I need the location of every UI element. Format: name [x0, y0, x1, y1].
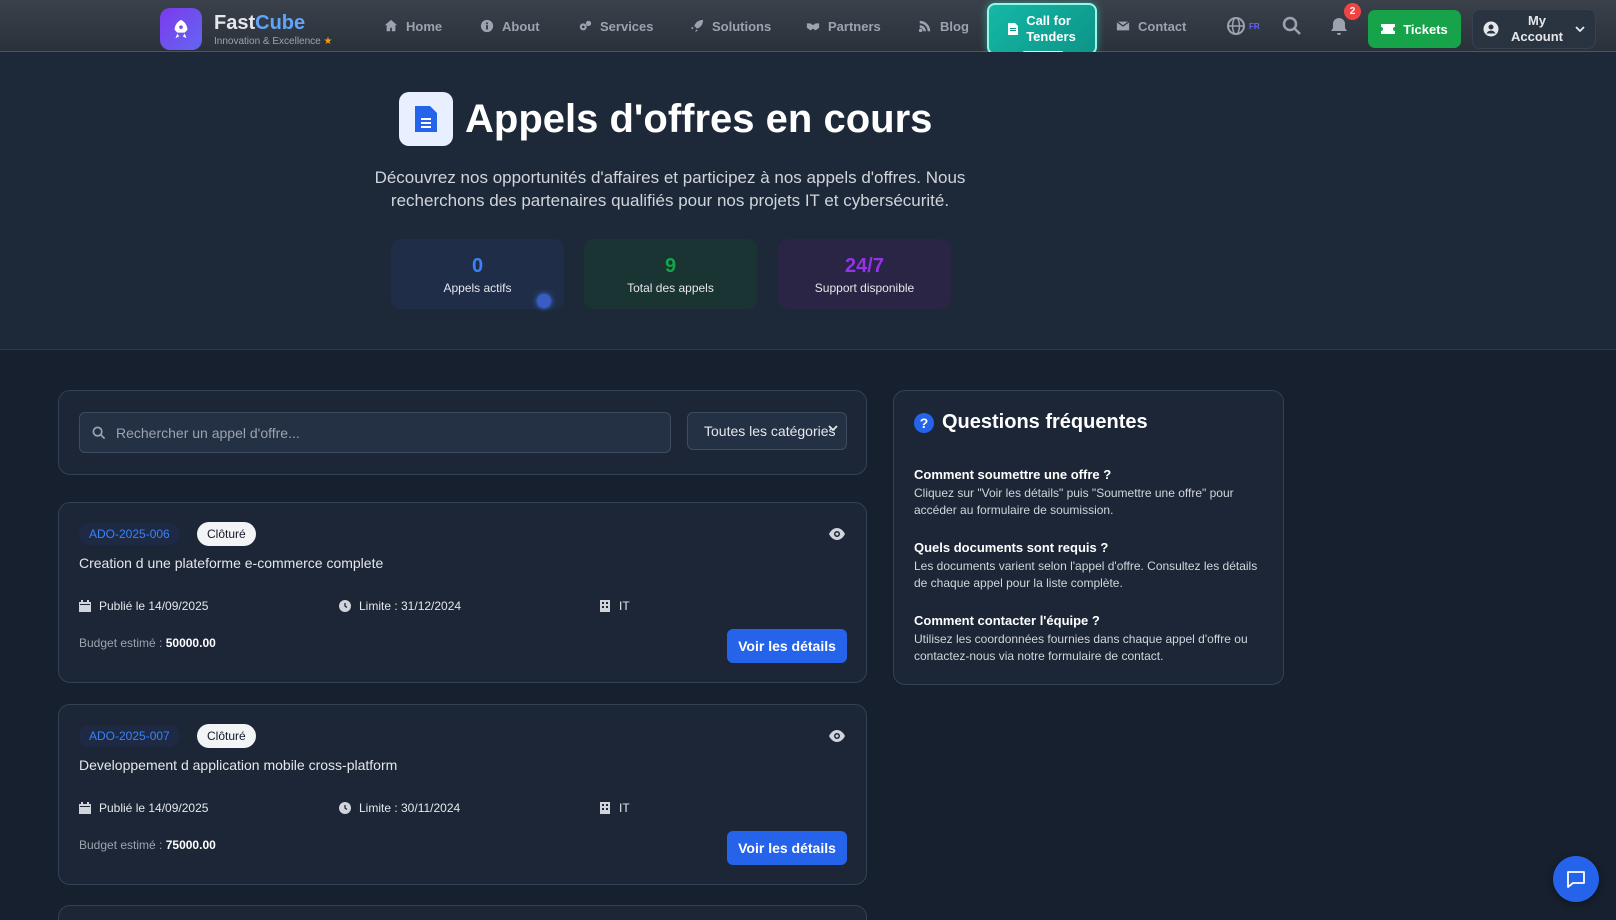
document-icon — [1008, 23, 1019, 35]
eye-icon — [829, 730, 845, 742]
chat-button[interactable] — [1553, 856, 1599, 902]
chat-bubble-icon — [1567, 871, 1585, 888]
home-icon — [384, 19, 398, 32]
handshake-icon — [806, 23, 820, 31]
question-circle-icon: ? — [914, 412, 934, 433]
tender-category: IT — [599, 801, 630, 815]
tender-category: IT — [599, 599, 630, 613]
nav-about[interactable]: About — [480, 0, 540, 52]
my-account-dropdown[interactable]: My Account — [1472, 9, 1596, 49]
notification-badge: 2 — [1344, 3, 1361, 20]
blog-icon — [918, 20, 931, 33]
brand-name: FastCube — [214, 11, 306, 34]
tender-card: ADO-2025-006 Clôturé Creation d une plat… — [58, 502, 867, 683]
status-badge: Clôturé — [197, 724, 256, 748]
faq-title: ? Questions fréquentes — [914, 411, 1148, 434]
nav-home[interactable]: Home — [384, 0, 442, 52]
tender-reference[interactable]: ADO-2025-007 — [79, 725, 180, 747]
faq-answer: Les documents varient selon l'appel d'of… — [914, 559, 1258, 590]
hero-heading: Appels d'offres en cours — [465, 96, 933, 141]
faq-question: Comment contacter l'équipe ? — [914, 613, 1100, 628]
budget: Budget estimé : 75000.00 — [79, 838, 216, 852]
stat-total-tenders: 9 Total des appels — [584, 239, 757, 309]
view-button[interactable] — [828, 727, 846, 745]
published-date: Publié le 14/09/2025 — [79, 599, 208, 613]
search-field — [79, 412, 671, 453]
info-icon — [480, 19, 494, 33]
deadline-date: Limite : 31/12/2024 — [339, 599, 461, 613]
document-icon — [399, 92, 453, 146]
ticket-icon — [1381, 24, 1396, 34]
nav-partners[interactable]: Partners — [806, 0, 881, 52]
clock-icon — [339, 802, 351, 814]
rocket-logo-icon — [160, 8, 202, 50]
tender-reference[interactable]: ADO-2025-006 — [79, 523, 180, 545]
category-select[interactable]: Toutes les catégories — [687, 412, 847, 450]
nav-contact[interactable]: Contact — [1116, 0, 1186, 52]
status-badge: Clôturé — [197, 522, 256, 546]
svg-text:?: ? — [920, 415, 929, 431]
deadline-date: Limite : 30/11/2024 — [339, 801, 460, 815]
nav-services[interactable]: Services — [578, 0, 654, 52]
search-button[interactable] — [1282, 16, 1302, 36]
brand-tagline: Innovation & Excellence ★ — [214, 35, 333, 47]
gears-icon — [579, 20, 592, 31]
brand[interactable]: FastCube Innovation & Excellence ★ — [160, 8, 332, 50]
search-icon — [1282, 16, 1301, 35]
faq-question: Comment soumettre une offre ? — [914, 467, 1112, 482]
language-switcher[interactable] — [1226, 16, 1246, 36]
stat-support: 24/7 Support disponible — [778, 239, 951, 309]
building-icon — [600, 600, 610, 612]
search-icon — [92, 426, 106, 439]
bell-icon — [1331, 18, 1347, 35]
tender-card — [58, 905, 867, 920]
language-code: FR — [1249, 22, 1260, 31]
tender-title: Developpement d application mobile cross… — [79, 757, 398, 773]
tender-card: ADO-2025-007 Clôturé Developpement d app… — [58, 704, 867, 885]
page-title: Appels d'offres en cours — [399, 92, 932, 146]
filter-panel: Toutes les catégories — [58, 390, 867, 475]
rocket-icon — [690, 19, 704, 33]
eye-icon — [829, 528, 845, 540]
search-input[interactable] — [116, 424, 656, 441]
pulse-dot — [537, 294, 551, 308]
faq-panel: ? Questions fréquentes Comment soumettre… — [893, 390, 1284, 685]
nav-blog[interactable]: Blog — [918, 0, 969, 52]
faq-answer: Utilisez les coordonnées fournies dans c… — [914, 632, 1248, 663]
chevron-down-icon — [1575, 26, 1585, 32]
faq-question: Quels documents sont requis ? — [914, 540, 1109, 555]
clock-icon — [339, 600, 351, 612]
view-button[interactable] — [828, 525, 846, 543]
tickets-button[interactable]: Tickets — [1368, 10, 1461, 48]
hero-description: Découvrez nos opportunités d'affaires et… — [374, 168, 966, 210]
chevron-down-icon — [828, 425, 838, 431]
view-details-button[interactable]: Voir les détails — [727, 831, 847, 865]
view-details-button[interactable]: Voir les détails — [727, 629, 847, 663]
user-circle-icon — [1483, 21, 1499, 37]
tender-title: Creation d une plateforme e-commerce com… — [79, 555, 384, 571]
building-icon — [600, 802, 610, 814]
nav-solutions[interactable]: Solutions — [690, 0, 771, 52]
star-icon: ★ — [323, 35, 333, 47]
top-navbar: FastCube Innovation & Excellence ★ Home … — [0, 0, 1616, 55]
envelope-icon — [1116, 21, 1130, 31]
calendar-icon — [79, 802, 91, 814]
notifications-button[interactable] — [1329, 16, 1349, 36]
budget: Budget estimé : 50000.00 — [79, 636, 216, 650]
globe-icon — [1227, 17, 1245, 35]
published-date: Publié le 14/09/2025 — [79, 801, 208, 815]
call-for-tenders-button[interactable]: Call for Tenders — [987, 3, 1097, 55]
faq-answer: Cliquez sur "Voir les détails" puis "Sou… — [914, 486, 1234, 517]
calendar-icon — [79, 600, 91, 612]
